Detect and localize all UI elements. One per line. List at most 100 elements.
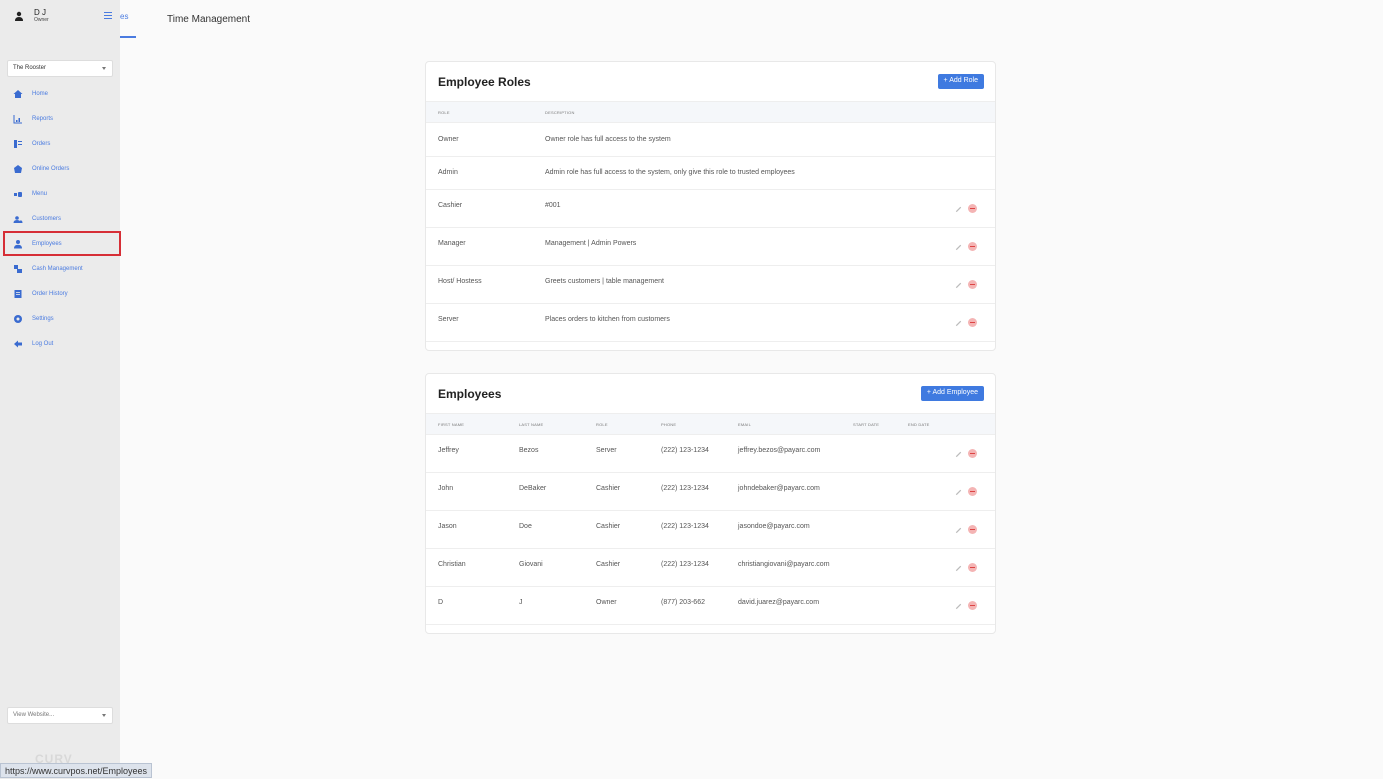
chevron-down-icon [102, 714, 106, 717]
sidebar-item-label: Reports [32, 115, 54, 122]
table-row: D J Owner (877) 203-662 david.juarez@pay… [426, 587, 995, 625]
sidebar-item-cash-management[interactable]: Cash Management [0, 256, 120, 281]
description-cell: Admin role has full access to the system… [545, 169, 795, 176]
edit-icon[interactable] [954, 601, 963, 610]
email-cell: johndebaker@payarc.com [738, 485, 820, 492]
sidebar-item-reports[interactable]: Reports [0, 106, 120, 131]
edit-icon[interactable] [954, 487, 963, 496]
online-orders-icon [14, 164, 22, 173]
chevron-down-icon [102, 67, 106, 70]
hamburger-menu-icon[interactable] [104, 12, 112, 19]
employees-card: Employees + Add Employee FIRST NAME LAST… [425, 373, 996, 634]
phone-cell: (222) 123-1234 [661, 447, 709, 454]
delete-icon[interactable] [968, 242, 977, 251]
card-title: Employee Roles [438, 75, 531, 89]
add-role-button[interactable]: + Add Role [937, 74, 984, 89]
phone-cell: (222) 123-1234 [661, 561, 709, 568]
delete-icon[interactable] [968, 449, 977, 458]
description-cell: Owner role has full access to the system [545, 136, 671, 143]
website-select[interactable]: View Website... [7, 707, 113, 724]
edit-icon[interactable] [954, 280, 963, 289]
edit-icon[interactable] [954, 204, 963, 213]
role-cell: Cashier [596, 523, 621, 530]
sidebar-item-home[interactable]: Home [0, 81, 120, 106]
table-header: ROLE DESCRIPTION [426, 101, 995, 123]
cash-icon [14, 264, 22, 273]
column-header: EMAIL [738, 422, 752, 427]
delete-icon[interactable] [968, 280, 977, 289]
user-profile[interactable]: D J Owner [14, 8, 49, 23]
table-row: Jeffrey Bezos Server (222) 123-1234 jeff… [426, 435, 995, 473]
last-name-cell: Giovani [519, 561, 543, 568]
column-header: START DATE [853, 422, 880, 427]
employee-roles-card: Employee Roles + Add Role ROLE DESCRIPTI… [425, 61, 996, 351]
phone-cell: (222) 123-1234 [661, 485, 709, 492]
sidebar-item-employees[interactable]: Employees [3, 231, 121, 256]
role-cell: Cashier [596, 485, 621, 492]
table-row: Cashier #001 [426, 190, 995, 228]
table-row: Manager Management | Admin Powers [426, 228, 995, 266]
delete-icon[interactable] [968, 525, 977, 534]
email-cell: jasondoe@payarc.com [738, 523, 810, 530]
column-header: FIRST NAME [438, 422, 465, 427]
delete-icon[interactable] [968, 204, 977, 213]
column-header: LAST NAME [519, 422, 544, 427]
sidebar-item-settings[interactable]: Settings [0, 306, 120, 331]
history-icon [14, 289, 22, 298]
sidebar-item-log-out[interactable]: Log Out [0, 331, 120, 356]
last-name-cell: Bezos [519, 447, 539, 454]
sidebar-item-menu[interactable]: Menu [0, 181, 120, 206]
sidebar-item-orders[interactable]: Orders [0, 131, 120, 156]
email-cell: christiangiovani@payarc.com [738, 561, 830, 568]
tab-employees[interactable]: es [120, 12, 136, 38]
sidebar-item-label: Customers [32, 215, 62, 222]
description-cell: Places orders to kitchen from customers [545, 316, 670, 323]
role-cell: Owner [438, 136, 459, 143]
first-name-cell: Jason [438, 523, 457, 530]
sidebar-item-label: Employees [32, 240, 62, 247]
role-cell: Cashier [596, 561, 621, 568]
last-name-cell: J [519, 599, 523, 606]
table-row: Server Places orders to kitchen from cus… [426, 304, 995, 342]
sidebar-item-order-history[interactable]: Order History [0, 281, 120, 306]
first-name-cell: D [438, 599, 444, 606]
description-cell: #001 [545, 202, 561, 209]
last-name-cell: Doe [519, 523, 532, 530]
role-cell: Host/ Hostess [438, 278, 482, 285]
customers-icon [13, 215, 23, 223]
menu-icon [14, 191, 22, 197]
sidebar-nav: Home Reports Orders Online Orders Menu C… [0, 81, 121, 356]
edit-icon[interactable] [954, 242, 963, 251]
table-row: Christian Giovani Cashier (222) 123-1234… [426, 549, 995, 587]
delete-icon[interactable] [968, 318, 977, 327]
home-icon [13, 89, 23, 98]
edit-icon[interactable] [954, 563, 963, 572]
role-cell: Admin [438, 169, 458, 176]
add-employee-button[interactable]: + Add Employee [920, 386, 984, 401]
delete-icon[interactable] [968, 487, 977, 496]
sidebar-item-label: Settings [32, 315, 54, 322]
last-name-cell: DeBaker [519, 485, 547, 492]
website-select-value: View Website... [13, 712, 55, 718]
sidebar-item-customers[interactable]: Customers [0, 206, 120, 231]
edit-icon[interactable] [954, 525, 963, 534]
column-header: DESCRIPTION [545, 110, 575, 115]
delete-icon[interactable] [968, 601, 977, 610]
store-select[interactable]: The Rooster [7, 60, 113, 77]
logout-icon [14, 340, 22, 347]
tab-time-management[interactable]: Time Management [167, 14, 250, 25]
status-bar-url: https://www.curvpos.net/Employees [0, 763, 153, 778]
sidebar-item-label: Online Orders [32, 165, 70, 172]
edit-icon[interactable] [954, 449, 963, 458]
phone-cell: (877) 203-662 [661, 599, 705, 606]
edit-icon[interactable] [954, 318, 963, 327]
sidebar-item-label: Order History [32, 290, 68, 297]
delete-icon[interactable] [968, 563, 977, 572]
role-cell: Server [596, 447, 617, 454]
column-header: PHONE [661, 422, 677, 427]
store-select-value: The Rooster [13, 65, 47, 71]
sidebar-item-online-orders[interactable]: Online Orders [0, 156, 120, 181]
table-row: Jason Doe Cashier (222) 123-1234 jasondo… [426, 511, 995, 549]
sidebar-item-label: Home [32, 90, 49, 97]
first-name-cell: Jeffrey [438, 447, 459, 454]
